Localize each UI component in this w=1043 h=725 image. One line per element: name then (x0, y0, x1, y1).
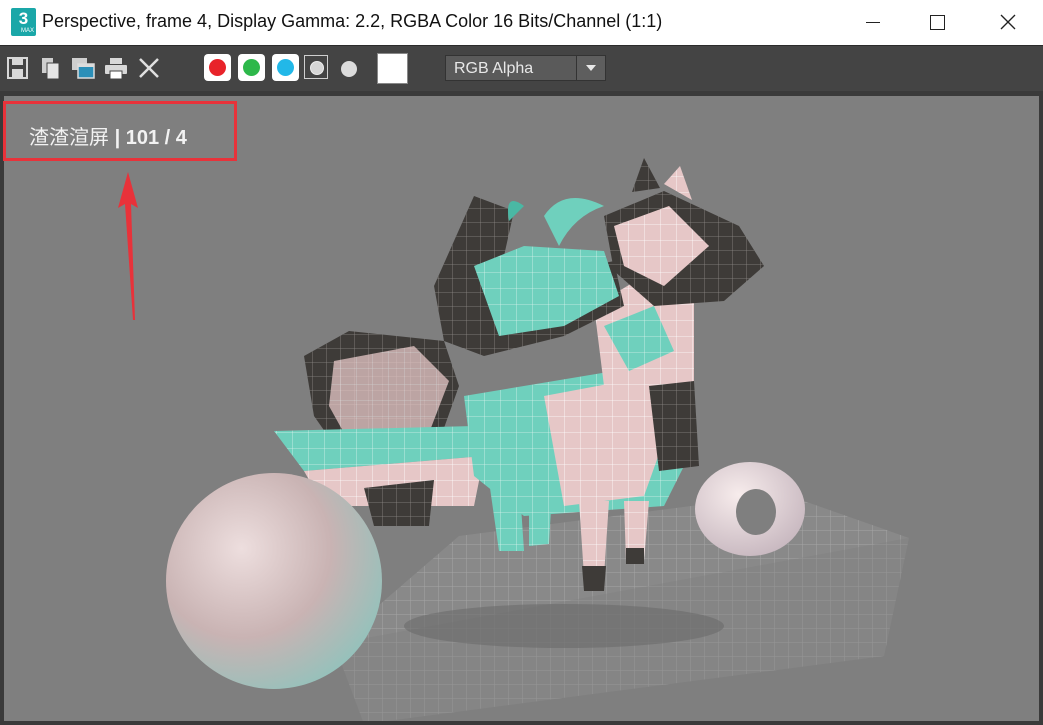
close-icon (1000, 14, 1016, 30)
annotation-arrow (118, 172, 138, 320)
green-channel-toggle[interactable] (238, 54, 265, 81)
channel-display-value: RGB Alpha (454, 60, 534, 77)
dropdown-arrow[interactable] (576, 56, 605, 80)
torus-model (695, 462, 805, 556)
annotation-highlight-box (3, 101, 237, 161)
color-swatch[interactable] (377, 53, 408, 84)
print-icon (105, 58, 127, 80)
window-title: Perspective, frame 4, Display Gamma: 2.2… (42, 11, 663, 31)
alpha-channel-toggle[interactable] (304, 55, 328, 79)
shadow (404, 604, 724, 648)
rendered-image[interactable]: 渣渣渲屏 | 101 / 4 (4, 96, 1039, 721)
rendered-scene (166, 158, 909, 721)
title-bar: 3 MAX Perspective, frame 4, Display Gamm… (0, 0, 1043, 45)
render-viewport: 渣渣渲屏 | 101 / 4 (0, 91, 1043, 725)
green-circle-icon (243, 59, 260, 76)
copy-icon (42, 58, 60, 80)
channel-display-select[interactable]: RGB Alpha (445, 55, 606, 81)
red-channel-toggle[interactable] (204, 54, 231, 81)
app-icon-digit: 3 (18, 9, 29, 28)
clear-button[interactable] (137, 56, 161, 80)
maximize-button[interactable] (904, 0, 968, 45)
app-icon-sub: MAX (20, 28, 34, 34)
blue-channel-toggle[interactable] (272, 54, 299, 81)
3dsmax-app-icon[interactable]: 3 MAX (11, 8, 36, 36)
copy-image-button[interactable] (39, 56, 63, 80)
blue-circle-icon (277, 59, 294, 76)
close-window-button[interactable] (976, 0, 1040, 45)
monochrome-toggle[interactable] (341, 61, 357, 77)
save-icon (7, 57, 28, 79)
clear-icon (139, 58, 159, 78)
clone-window-icon (72, 58, 95, 79)
red-circle-icon (209, 59, 226, 76)
minimize-button[interactable] (840, 0, 904, 45)
sphere-model (166, 473, 382, 689)
alpha-circle-icon (310, 61, 324, 75)
print-button[interactable] (104, 56, 128, 80)
clone-window-button[interactable] (71, 56, 95, 80)
triangle-down-icon (586, 65, 596, 71)
save-button[interactable] (6, 56, 30, 80)
frame-buffer-toolbar: RGB Alpha (0, 45, 1043, 92)
